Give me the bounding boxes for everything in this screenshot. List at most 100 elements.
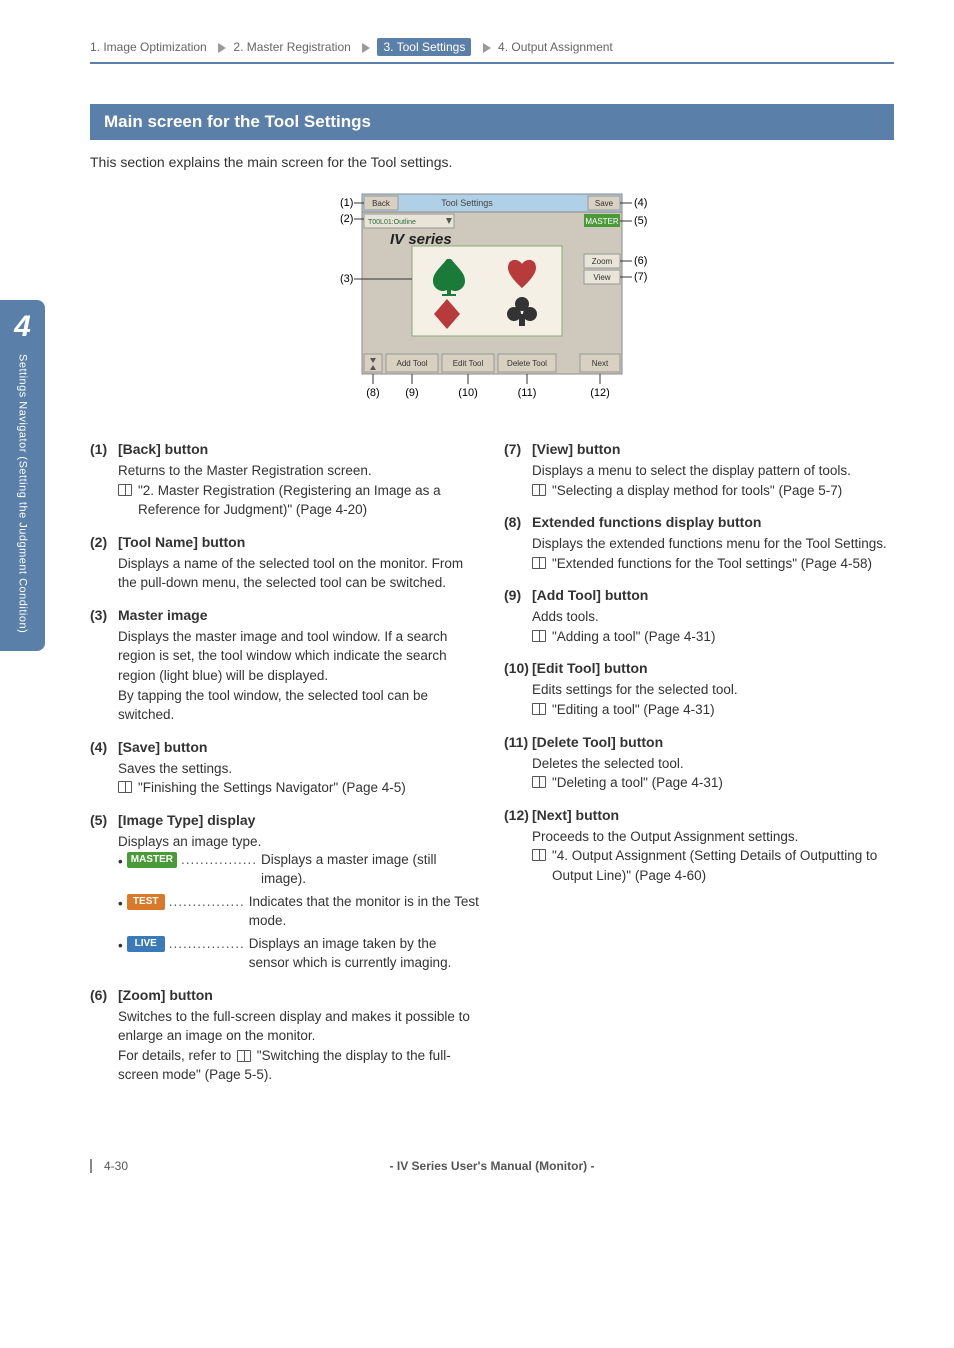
svg-text:Delete Tool: Delete Tool: [507, 359, 547, 368]
item-title: [Edit Tool] button: [532, 660, 648, 676]
reference: "Adding a tool" (Page 4-31): [532, 627, 894, 647]
reference: "Extended functions for the Tool setting…: [532, 554, 894, 574]
bullet-item: •MASTER................Displays a master…: [118, 851, 480, 889]
book-icon: [237, 1050, 251, 1062]
item-number: (6): [90, 987, 118, 1003]
svg-text:(3): (3): [340, 273, 353, 285]
svg-text:(4): (4): [634, 197, 647, 209]
item-title: [Add Tool] button: [532, 587, 648, 603]
item-11: (11)[Delete Tool] button Deletes the sel…: [504, 734, 894, 793]
item-title: [Save] button: [118, 739, 207, 755]
live-badge: LIVE: [127, 936, 165, 952]
page-footer: 4-30 - IV Series User's Manual (Monitor)…: [90, 1159, 894, 1173]
breadcrumb: 1. Image Optimization 2. Master Registra…: [90, 40, 894, 64]
item-7: (7)[View] button Displays a menu to sele…: [504, 441, 894, 500]
svg-text:(12): (12): [590, 387, 610, 399]
left-column: (1)[Back] button Returns to the Master R…: [90, 441, 480, 1099]
page-number: 4-30: [90, 1159, 150, 1173]
item-desc: Adds tools.: [532, 607, 894, 627]
svg-text:Tool Settings: Tool Settings: [441, 198, 493, 208]
item-desc: Displays a menu to select the display pa…: [532, 461, 894, 481]
reference: "Selecting a display method for tools" (…: [532, 481, 894, 501]
svg-text:Add Tool: Add Tool: [397, 359, 428, 368]
item-2: (2)[Tool Name] button Displays a name of…: [90, 534, 480, 593]
svg-text:(11): (11): [518, 387, 537, 399]
breadcrumb-item: 1. Image Optimization: [90, 40, 207, 54]
bullet-list: •MASTER................Displays a master…: [118, 851, 480, 972]
reference: "Finishing the Settings Navigator" (Page…: [118, 778, 480, 798]
svg-text:IV series: IV series: [390, 231, 452, 248]
item-desc: Deletes the selected tool.: [532, 754, 894, 774]
item-title: [Delete Tool] button: [532, 734, 663, 750]
book-icon: [118, 781, 132, 793]
reference: "Deleting a tool" (Page 4-31): [532, 773, 894, 793]
item-desc: Saves the settings.: [118, 759, 480, 779]
item-5: (5)[Image Type] display Displays an imag…: [90, 812, 480, 973]
svg-text:(2): (2): [340, 213, 353, 225]
item-desc: Displays an image type.: [118, 832, 480, 852]
item-3: (3)Master image Displays the master imag…: [90, 607, 480, 725]
item-desc: Returns to the Master Registration scree…: [118, 461, 480, 481]
item-number: (12): [504, 807, 532, 823]
book-icon: [532, 849, 546, 861]
breadcrumb-item: 4. Output Assignment: [498, 40, 613, 54]
item-number: (1): [90, 441, 118, 457]
test-badge: TEST: [127, 894, 165, 910]
svg-text:Save: Save: [595, 199, 614, 208]
reference: "2. Master Registration (Registering an …: [118, 481, 480, 520]
item-title: [View] button: [532, 441, 620, 457]
master-badge: MASTER: [127, 852, 177, 868]
svg-text:(6): (6): [634, 255, 647, 267]
svg-text:(5): (5): [634, 215, 647, 227]
svg-text:MASTER: MASTER: [585, 217, 619, 226]
book-icon: [532, 484, 546, 496]
reference: "4. Output Assignment (Setting Details o…: [532, 846, 894, 885]
item-desc: Switches to the full-screen display and …: [118, 1007, 480, 1085]
item-number: (5): [90, 812, 118, 828]
item-title: Extended functions display button: [532, 514, 761, 530]
footer-title: - IV Series User's Manual (Monitor) -: [150, 1159, 834, 1173]
chapter-number: 4: [14, 310, 31, 344]
item-12: (12)[Next] button Proceeds to the Output…: [504, 807, 894, 886]
item-number: (10): [504, 660, 532, 676]
item-title: [Image Type] display: [118, 812, 255, 828]
item-title: [Next] button: [532, 807, 619, 823]
chapter-label: Settings Navigator (Setting the Judgment…: [17, 354, 29, 633]
item-number: (2): [90, 534, 118, 550]
item-desc: Displays a name of the selected tool on …: [118, 554, 480, 593]
item-desc: Displays the extended functions menu for…: [532, 534, 894, 554]
item-title: [Back] button: [118, 441, 208, 457]
svg-text:Edit Tool: Edit Tool: [453, 359, 484, 368]
section-heading: Main screen for the Tool Settings: [90, 104, 894, 140]
chapter-tab: 4 Settings Navigator (Setting the Judgme…: [0, 300, 45, 651]
svg-text:(7): (7): [634, 271, 647, 283]
svg-text:(1): (1): [340, 197, 353, 209]
book-icon: [532, 776, 546, 788]
bullet-item: •TEST................Indicates that the …: [118, 893, 480, 931]
item-number: (3): [90, 607, 118, 623]
item-number: (9): [504, 587, 532, 603]
item-desc: Displays the master image and tool windo…: [118, 627, 480, 725]
item-title: [Zoom] button: [118, 987, 213, 1003]
svg-text:Back: Back: [372, 199, 391, 208]
chevron-right-icon: [483, 43, 491, 53]
item-number: (8): [504, 514, 532, 530]
svg-text:(9): (9): [405, 387, 418, 399]
item-number: (11): [504, 734, 532, 750]
item-4: (4)[Save] button Saves the settings. "Fi…: [90, 739, 480, 798]
chevron-right-icon: [218, 43, 226, 53]
breadcrumb-item-current: 3. Tool Settings: [377, 38, 471, 56]
intro-text: This section explains the main screen fo…: [90, 154, 894, 170]
book-icon: [532, 703, 546, 715]
svg-text:T00L01:Outline: T00L01:Outline: [368, 219, 416, 226]
breadcrumb-item: 2. Master Registration: [233, 40, 350, 54]
svg-text:Next: Next: [592, 359, 609, 368]
item-8: (8)Extended functions display button Dis…: [504, 514, 894, 573]
bullet-item: •LIVE................Displays an image t…: [118, 935, 480, 973]
svg-text:Zoom: Zoom: [592, 257, 613, 266]
item-number: (4): [90, 739, 118, 755]
item-10: (10)[Edit Tool] button Edits settings fo…: [504, 660, 894, 719]
item-1: (1)[Back] button Returns to the Master R…: [90, 441, 480, 520]
item-desc: Proceeds to the Output Assignment settin…: [532, 827, 894, 847]
svg-text:(10): (10): [458, 387, 478, 399]
